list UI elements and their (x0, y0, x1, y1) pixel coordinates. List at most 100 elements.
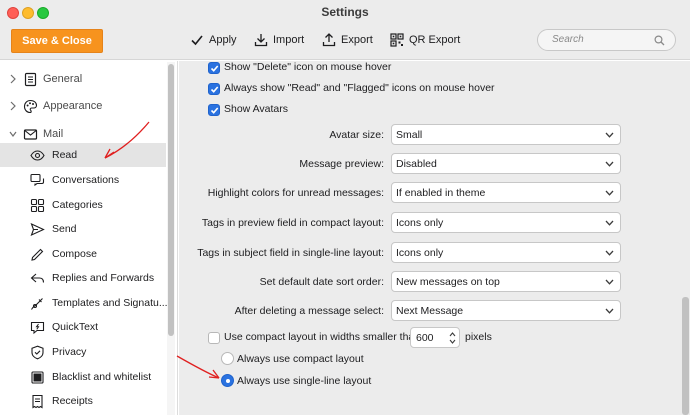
import-icon (254, 34, 268, 47)
eye-icon (30, 150, 45, 161)
search-input[interactable]: Search (537, 29, 676, 51)
message-preview-label: Message preview: (299, 158, 384, 170)
chevron-down-icon (605, 161, 614, 167)
settings-sidebar: General Appearance Mail Read Conversatio… (0, 61, 178, 415)
apply-button[interactable]: Apply (190, 33, 237, 47)
sidebar-item-replies-and-forwards[interactable]: Replies and Forwards (0, 266, 166, 290)
checkbox-label: Show Avatars (224, 103, 289, 115)
quicktext-icon (30, 321, 45, 335)
radio-label: Always use single-line layout (237, 375, 372, 387)
sidebar-item-receipts[interactable]: Receipts (0, 389, 166, 413)
settings-scrollbar[interactable] (681, 61, 690, 415)
save-and-close-button[interactable]: Save & Close (11, 29, 103, 53)
date-sort-order-label: Set default date sort order: (259, 276, 384, 288)
conversations-icon (30, 173, 45, 187)
avatar-size-select[interactable]: Small (391, 124, 621, 145)
blacklist-icon (31, 371, 44, 384)
import-button[interactable]: Import (254, 33, 304, 47)
select-value: Disabled (396, 158, 437, 170)
search-icon (654, 35, 665, 46)
pixels-unit-label: pixels (465, 331, 492, 343)
always-show-read-flagged-checkbox[interactable] (208, 83, 220, 95)
tags-preview-compact-select[interactable]: Icons only (391, 212, 621, 233)
stepper-value: 600 (416, 332, 434, 344)
chevron-right-icon (10, 101, 16, 111)
settings-scroll-thumb[interactable] (682, 297, 689, 415)
search-placeholder: Search (552, 34, 584, 45)
sidebar-item-read[interactable]: Read (0, 143, 166, 167)
checkmark-icon (191, 35, 203, 46)
qr-export-label: QR Export (409, 34, 461, 46)
tags-subject-single-line-label: Tags in subject field in single-line lay… (197, 247, 384, 259)
select-value: Icons only (396, 247, 444, 259)
sidebar-item-conversations[interactable]: Conversations (0, 168, 166, 192)
export-label: Export (341, 34, 373, 46)
highlight-colors-label: Highlight colors for unread messages: (207, 187, 384, 199)
stepper-arrows-icon[interactable] (449, 331, 456, 345)
chevron-down-icon (9, 131, 17, 137)
qr-export-button[interactable]: QR Export (390, 33, 460, 47)
pencil-icon (31, 248, 44, 261)
sidebar-scroll-thumb[interactable] (168, 64, 174, 336)
checkmark-icon (210, 107, 219, 114)
sidebar-item-label: QuickText (52, 321, 99, 333)
sidebar-scrollbar[interactable] (167, 62, 175, 415)
show-delete-icon-checkbox[interactable] (208, 62, 220, 74)
sidebar-item-label: Send (52, 223, 77, 235)
shield-icon (31, 345, 44, 360)
chevron-down-icon (605, 190, 614, 196)
send-icon (30, 222, 45, 237)
sidebar-item-quicktext[interactable]: QuickText (0, 315, 166, 339)
sidebar-item-label: Templates and Signatu... (52, 297, 168, 309)
select-value: Icons only (396, 217, 444, 229)
message-preview-select[interactable]: Disabled (391, 153, 621, 174)
sidebar-group-label: Mail (43, 128, 64, 140)
sidebar-item-label: Privacy (52, 346, 87, 358)
compact-width-stepper[interactable]: 600 (410, 327, 460, 348)
show-avatars-checkbox[interactable] (208, 104, 220, 116)
single-line-layout-radio[interactable] (221, 374, 234, 387)
after-delete-select[interactable]: Next Message (391, 300, 621, 321)
sidebar-group-general[interactable]: General (0, 67, 166, 91)
checkmark-icon (210, 86, 219, 93)
chevron-down-icon (605, 250, 614, 256)
export-button[interactable]: Export (322, 33, 373, 47)
avatar-size-label: Avatar size: (329, 129, 384, 141)
sidebar-item-send[interactable]: Send (0, 217, 166, 241)
receipt-icon (32, 394, 43, 409)
chevron-right-icon (10, 74, 16, 84)
import-label: Import (273, 34, 305, 46)
date-sort-order-select[interactable]: New messages on top (391, 271, 621, 292)
sidebar-item-label: Categories (52, 199, 103, 211)
select-value: Next Message (396, 305, 464, 317)
title-bar: Settings (0, 0, 690, 24)
sidebar-item-templates-and-signatures[interactable]: Templates and Signatu... (0, 291, 168, 315)
checkbox-label: Always show "Read" and "Flagged" icons o… (224, 82, 495, 94)
sidebar-group-label: General (43, 73, 83, 85)
compact-layout-radio[interactable] (221, 352, 234, 365)
chevron-down-icon (605, 279, 614, 285)
sidebar-item-blacklist-and-whitelist[interactable]: Blacklist and whitelist (0, 365, 166, 389)
sidebar-item-label: Read (52, 149, 78, 161)
sidebar-item-label: Compose (52, 248, 97, 260)
apply-label: Apply (209, 34, 237, 46)
window-title: Settings (321, 5, 369, 19)
sidebar-item-categories[interactable]: Categories (0, 193, 166, 217)
sidebar-item-privacy[interactable]: Privacy (0, 340, 166, 364)
compact-layout-width-checkbox[interactable] (208, 332, 220, 344)
chevron-down-icon (605, 308, 614, 314)
sidebar-item-label: Blacklist and whitelist (52, 371, 152, 383)
select-value: New messages on top (396, 276, 500, 288)
sidebar-group-appearance[interactable]: Appearance (0, 94, 166, 118)
sidebar-item-compose[interactable]: Compose (0, 242, 166, 266)
general-icon (24, 72, 37, 87)
select-value: Small (396, 129, 423, 141)
sidebar-item-label: Conversations (52, 174, 120, 186)
sidebar-item-label: Replies and Forwards (52, 272, 155, 284)
mail-icon (23, 129, 38, 140)
templates-icon (31, 298, 43, 310)
highlight-colors-select[interactable]: If enabled in theme (391, 182, 621, 203)
select-value: If enabled in theme (396, 187, 486, 199)
sidebar-item-label: Receipts (52, 395, 93, 407)
tags-subject-single-line-select[interactable]: Icons only (391, 242, 621, 263)
